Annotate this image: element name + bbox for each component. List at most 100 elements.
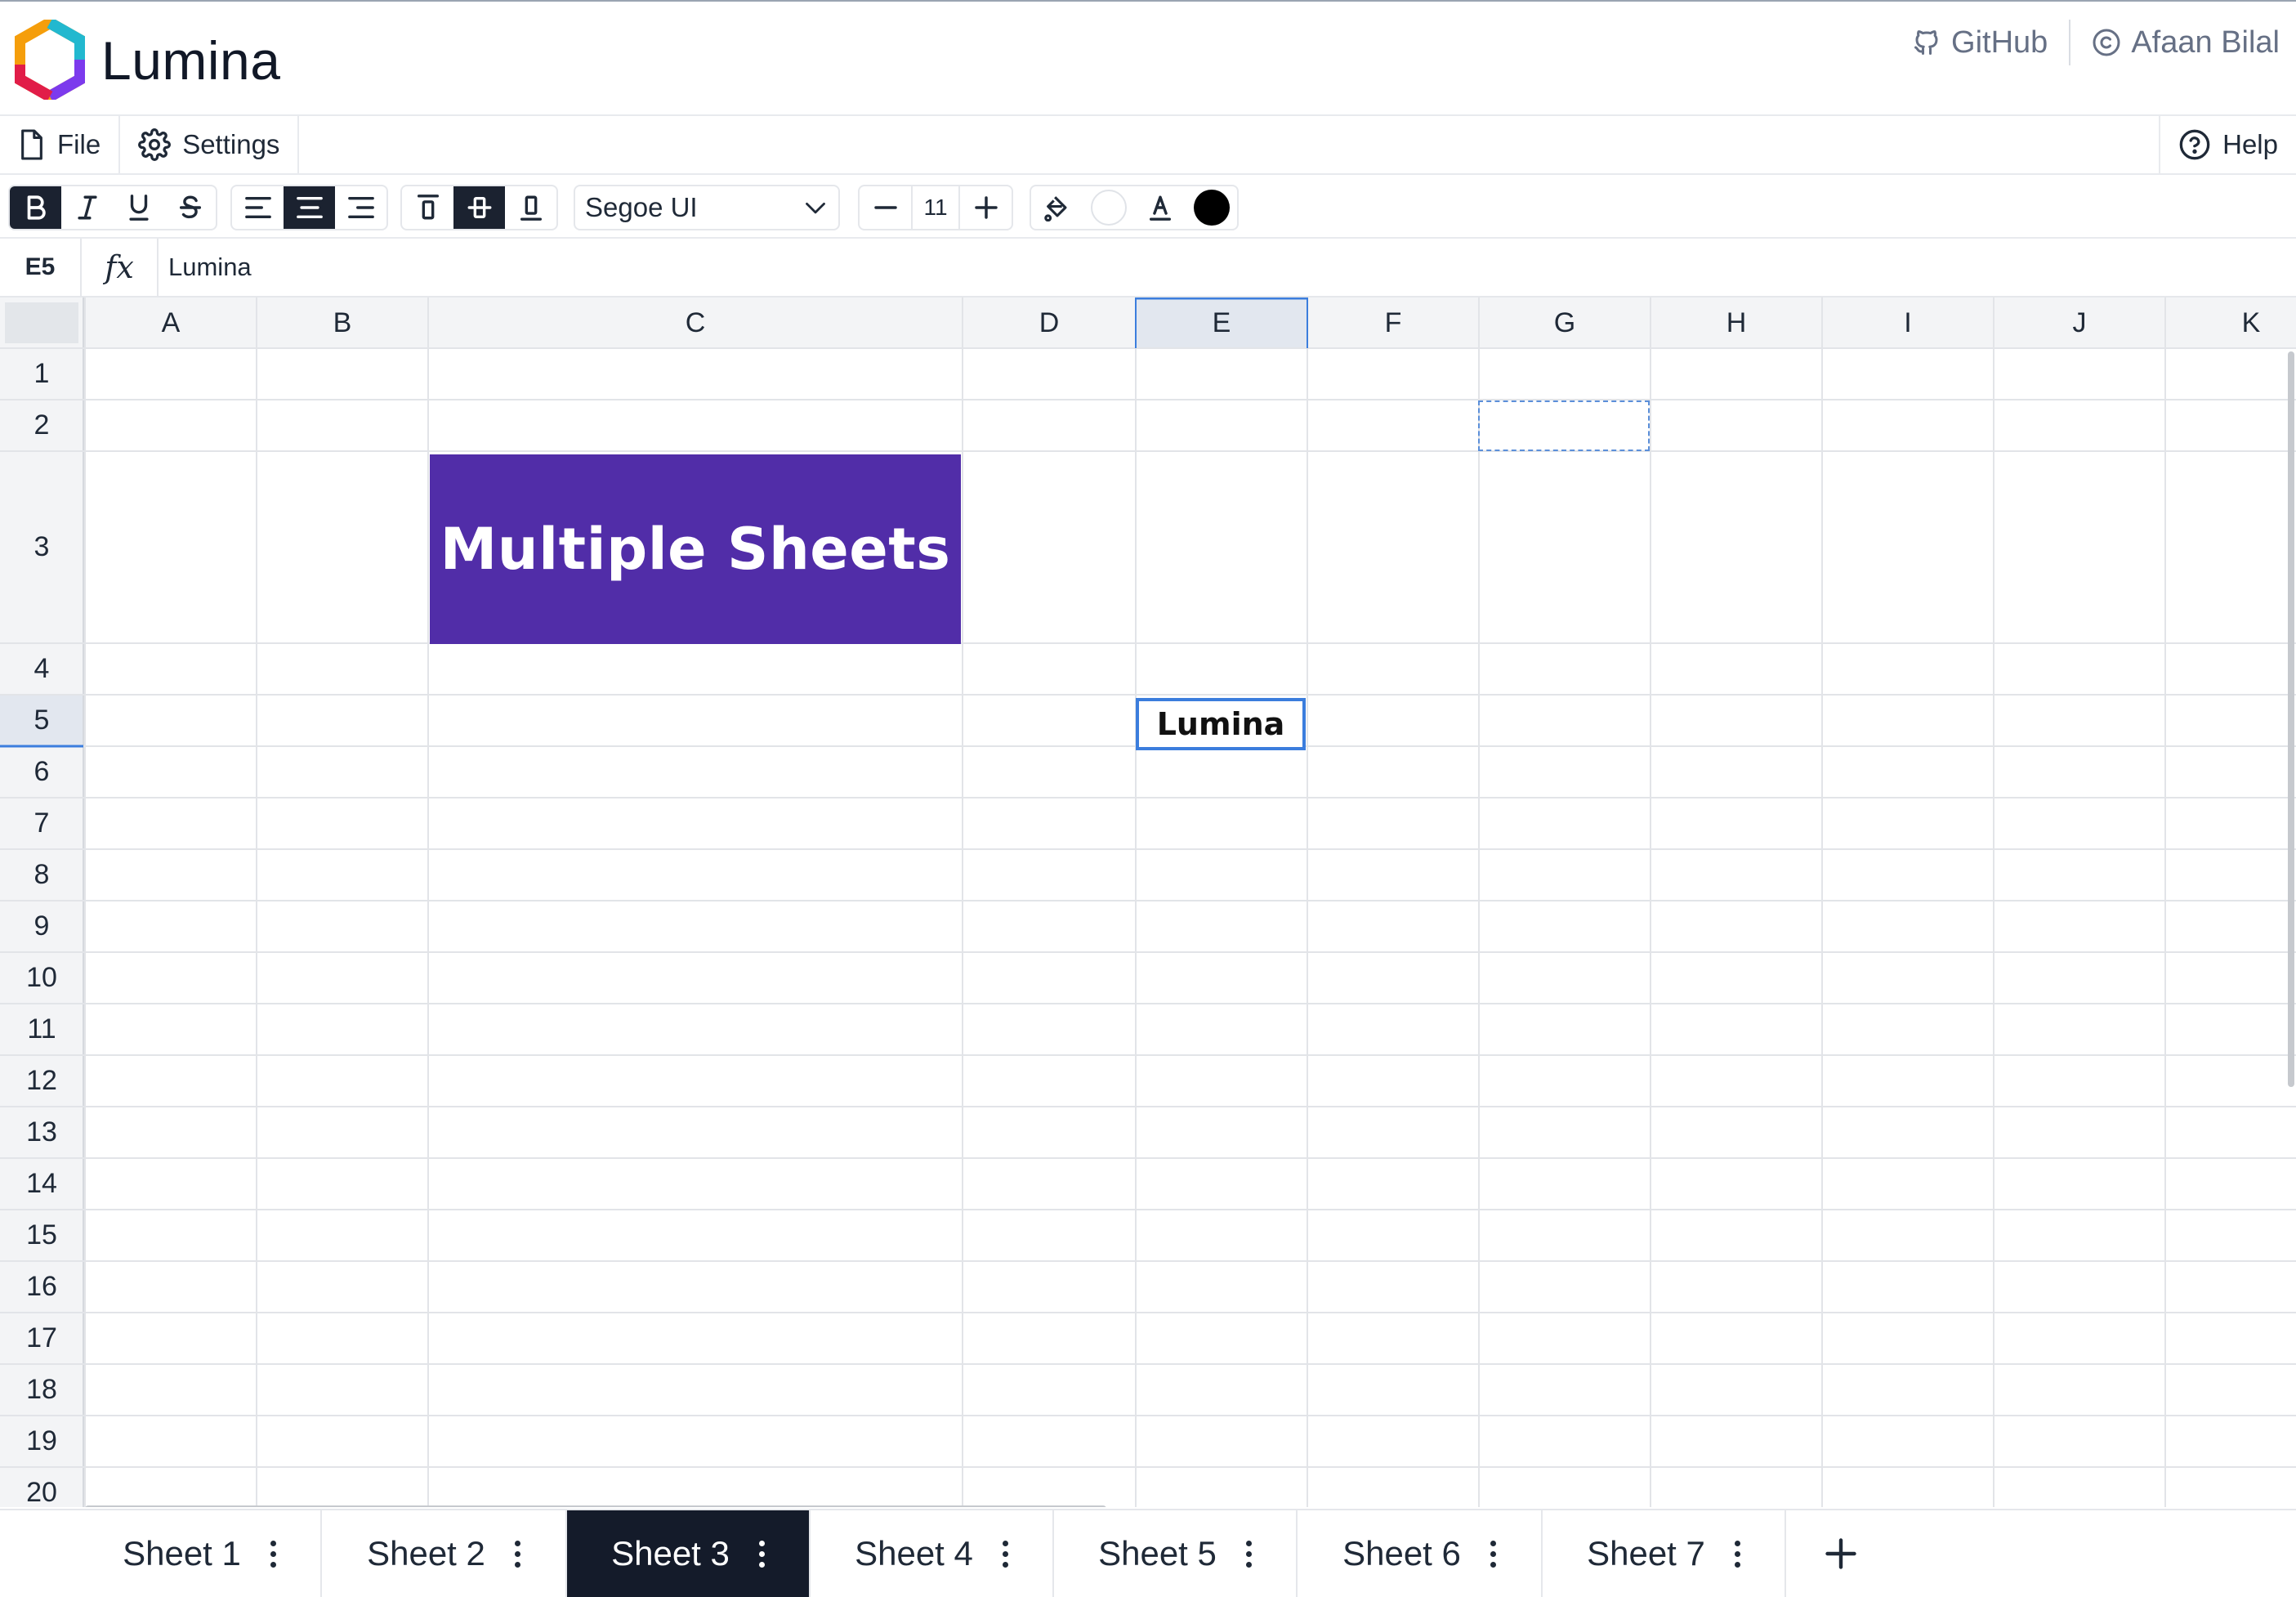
sheet-tab-5[interactable]: Sheet 5 <box>1054 1510 1298 1597</box>
settings-menu-label: Settings <box>182 129 280 159</box>
sheet-tab-1[interactable]: Sheet 1 <box>78 1510 322 1597</box>
row-header-14[interactable]: 14 <box>0 1158 83 1210</box>
row-header-15[interactable]: 15 <box>0 1210 83 1261</box>
underline-button[interactable] <box>113 186 164 229</box>
row-header-18[interactable]: 18 <box>0 1364 83 1416</box>
more-options-icon[interactable] <box>1002 1540 1008 1568</box>
font-size-value[interactable]: 11 <box>911 186 960 229</box>
github-icon <box>1912 28 1941 57</box>
align-top-button[interactable] <box>402 186 453 229</box>
row-header-13[interactable]: 13 <box>0 1107 83 1158</box>
align-top-icon <box>417 195 439 220</box>
row-header-17[interactable]: 17 <box>0 1313 83 1364</box>
column-header-i[interactable]: I <box>1822 297 1994 348</box>
chevron-down-icon <box>804 199 827 216</box>
row-header-6[interactable]: 6 <box>0 746 83 798</box>
add-sheet-button[interactable] <box>1786 1510 1896 1597</box>
sheet-tab-7[interactable]: Sheet 7 <box>1543 1510 1786 1597</box>
row-header-7[interactable]: 7 <box>0 798 83 849</box>
increase-font-size-button[interactable] <box>960 186 1012 229</box>
row-header-8[interactable]: 8 <box>0 849 83 901</box>
font-family-select[interactable]: Segoe UI <box>574 185 840 230</box>
github-link[interactable]: GitHub <box>1912 20 2048 65</box>
help-menu[interactable]: Help <box>2159 116 2296 173</box>
column-header-f[interactable]: F <box>1307 297 1479 348</box>
github-label: GitHub <box>1951 25 2048 60</box>
column-header-d[interactable]: D <box>963 297 1136 348</box>
column-header-g[interactable]: G <box>1479 297 1651 348</box>
text-color-button[interactable] <box>1134 186 1186 229</box>
cell-c3-banner[interactable]: Multiple Sheets <box>430 454 961 644</box>
more-options-icon[interactable] <box>270 1540 276 1568</box>
menu-bar: File Settings Help <box>0 116 2296 175</box>
row-header-16[interactable]: 16 <box>0 1261 83 1313</box>
sheet-tab-4[interactable]: Sheet 4 <box>811 1510 1054 1597</box>
align-bottom-button[interactable] <box>505 186 556 229</box>
align-left-button[interactable] <box>232 186 284 229</box>
formula-bar: E5 fx Lumina <box>0 239 2296 297</box>
horizontal-scrollbar[interactable] <box>85 1505 1106 1507</box>
settings-menu[interactable]: Settings <box>120 116 300 173</box>
more-options-icon[interactable] <box>1734 1540 1740 1568</box>
copyright-icon <box>2092 28 2121 57</box>
more-options-icon[interactable] <box>1490 1540 1496 1568</box>
more-options-icon[interactable] <box>514 1540 520 1568</box>
more-options-icon[interactable] <box>758 1540 765 1568</box>
grid-lines <box>0 297 2296 1507</box>
spreadsheet-grid[interactable]: ABCDEFGHIJK 1 2 3 4 5 6 7 8 9 10 11 12 13 14 15 16 17 18 1… <box>0 297 2296 1507</box>
sheet-tab-2[interactable]: Sheet 2 <box>322 1510 567 1597</box>
row-header-4[interactable]: 4 <box>0 643 83 695</box>
sheet-tab-6[interactable]: Sheet 6 <box>1298 1510 1543 1597</box>
row-header-20[interactable]: 20 <box>0 1467 83 1507</box>
formula-input[interactable]: Lumina <box>159 239 2296 296</box>
text-color-swatch[interactable] <box>1186 186 1237 229</box>
bold-button[interactable] <box>10 186 61 229</box>
row-header-2[interactable]: 2 <box>0 400 83 451</box>
strikethrough-icon <box>179 195 201 219</box>
decrease-font-size-button[interactable] <box>860 186 911 229</box>
column-header-b[interactable]: B <box>257 297 428 348</box>
author-link[interactable]: Afaan Bilal <box>2092 20 2280 65</box>
column-header-c[interactable]: C <box>428 297 963 348</box>
row-header-5[interactable]: 5 <box>0 695 83 746</box>
vertical-scrollbar[interactable] <box>2288 351 2294 1087</box>
gear-icon <box>138 128 172 161</box>
align-right-button[interactable] <box>335 186 386 229</box>
column-header-j[interactable]: J <box>1994 297 2165 348</box>
align-middle-button[interactable] <box>453 186 505 229</box>
row-header-10[interactable]: 10 <box>0 952 83 1004</box>
column-header-a[interactable]: A <box>85 297 257 348</box>
row-header-19[interactable]: 19 <box>0 1416 83 1467</box>
help-menu-label: Help <box>2222 129 2278 159</box>
minus-icon <box>873 206 897 209</box>
column-header-e[interactable]: E <box>1136 297 1307 348</box>
row-header-12[interactable]: 12 <box>0 1055 83 1107</box>
italic-icon <box>77 195 97 220</box>
row-header-3[interactable]: 3 <box>0 451 83 643</box>
copy-selection-marquee <box>1478 400 1650 451</box>
row-header-11[interactable]: 11 <box>0 1004 83 1055</box>
row-header-9[interactable]: 9 <box>0 901 83 952</box>
plus-icon <box>974 196 998 219</box>
sheet-tab-label: Sheet 6 <box>1342 1534 1461 1572</box>
fill-color-button[interactable] <box>1031 186 1083 229</box>
active-cell-e5[interactable]: Lumina <box>1136 698 1306 750</box>
file-icon <box>18 128 46 161</box>
app-header: Lumina GitHub Afaan Bilal <box>0 0 2296 116</box>
function-icon: fx <box>82 239 159 296</box>
cell-reference[interactable]: E5 <box>0 239 82 296</box>
fill-color-circle <box>1090 190 1127 226</box>
file-menu[interactable]: File <box>0 116 121 173</box>
text-style-group <box>8 185 217 230</box>
sheet-tab-label: Sheet 5 <box>1098 1534 1217 1572</box>
plus-icon <box>1825 1538 1856 1569</box>
column-header-h[interactable]: H <box>1651 297 1822 348</box>
row-header-1[interactable]: 1 <box>0 348 83 400</box>
more-options-icon[interactable] <box>1245 1540 1252 1568</box>
fill-color-swatch[interactable] <box>1083 186 1134 229</box>
sheet-tab-3[interactable]: Sheet 3 <box>567 1510 811 1597</box>
align-center-button[interactable] <box>284 186 335 229</box>
italic-button[interactable] <box>61 186 113 229</box>
column-header-k[interactable]: K <box>2165 297 2296 348</box>
strikethrough-button[interactable] <box>164 186 216 229</box>
